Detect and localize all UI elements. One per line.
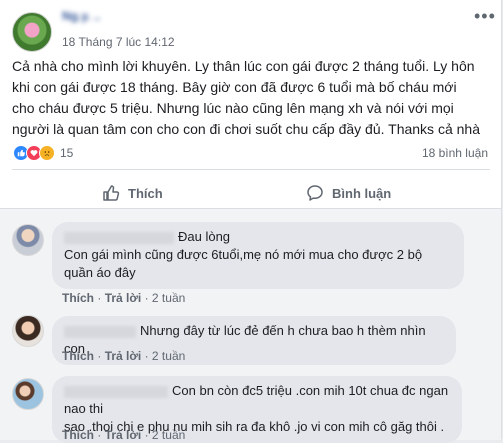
comment-button-label: Bình luận	[332, 185, 392, 201]
comment-icon	[307, 185, 323, 201]
comment-reply-link[interactable]: Trả lời	[105, 291, 142, 305]
post-text: Cả nhà cho mình lời khuyên. Ly thân lúc …	[12, 58, 480, 137]
like-button[interactable]: Thích	[102, 184, 163, 202]
separator-dot: ·	[144, 291, 149, 305]
author-avatar[interactable]	[12, 12, 52, 52]
separator-dot: ·	[97, 291, 102, 305]
commenter-name[interactable]	[64, 325, 136, 338]
comment-time[interactable]: 2 tuần	[152, 349, 185, 363]
post-card: Ng.y. .. 18 Tháng 7 lúc 14:12 ••• Cả nhà…	[0, 0, 502, 443]
post-timestamp[interactable]: 18 Tháng 7 lúc 14:12	[62, 35, 175, 49]
comment-bubble: Đau lòng Con gái mình cũng được 6tuổi,mẹ…	[52, 222, 464, 289]
comment-count[interactable]: 18 bình luận	[422, 146, 488, 160]
reaction-count: 15	[60, 146, 74, 160]
like-button-label: Thích	[128, 185, 163, 201]
comment-like-link[interactable]: Thích	[62, 291, 94, 305]
comment-time[interactable]: 2 tuần	[152, 291, 185, 305]
separator-dot: ·	[97, 349, 102, 363]
commenter-name[interactable]	[64, 231, 174, 244]
divider	[12, 169, 490, 170]
commenter-avatar[interactable]	[12, 378, 44, 410]
comment-reply-link[interactable]: Trả lời	[105, 428, 142, 442]
reactions-summary[interactable]: 15	[13, 145, 73, 161]
author-name[interactable]: Ng.y. ..	[62, 9, 132, 23]
comment-button[interactable]: Bình luận	[306, 184, 391, 202]
separator-dot: ·	[144, 349, 149, 363]
commenter-name[interactable]	[64, 385, 168, 398]
more-options-icon[interactable]: •••	[474, 6, 496, 27]
comment-actions: Thích · Trả lời · 2 tuần	[62, 291, 185, 305]
comment-like-link[interactable]: Thích	[62, 349, 94, 363]
commenter-avatar[interactable]	[12, 315, 44, 347]
comment-text: Đau lòng	[178, 229, 231, 244]
comment-actions: Thích · Trả lời · 2 tuần	[62, 428, 185, 442]
comment-text-cont: Con gái mình cũng được 6tuổi,mẹ nó mới m…	[64, 247, 423, 280]
separator-dot: ·	[97, 428, 102, 442]
comment-reply-link[interactable]: Trả lời	[105, 349, 142, 363]
commenter-avatar[interactable]	[12, 224, 44, 256]
thumbs-up-icon	[103, 185, 120, 201]
comment-like-link[interactable]: Thích	[62, 428, 94, 442]
separator-dot: ·	[144, 428, 149, 442]
comment-time[interactable]: 2 tuần	[152, 428, 185, 442]
comment-actions: Thích · Trả lời · 2 tuần	[62, 349, 185, 363]
sad-reaction-icon	[39, 145, 55, 161]
